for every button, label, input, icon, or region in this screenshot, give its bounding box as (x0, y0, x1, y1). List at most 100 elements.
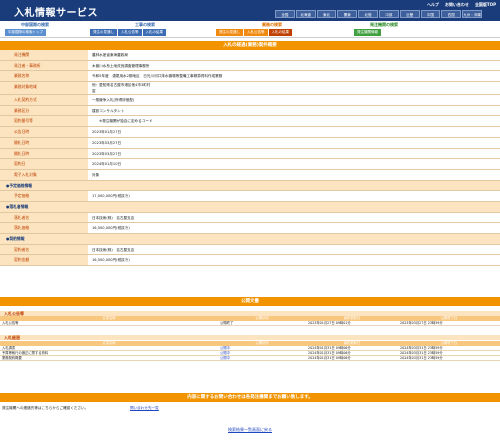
doc-end: 2023年03月27日 23時59分 (400, 321, 443, 325)
detail-value: 農林水産省東海農政局 (88, 50, 500, 60)
region-tab-chubu[interactable]: 中部 (378, 10, 399, 18)
contact-link[interactable]: お問い合わせ (445, 2, 469, 8)
header-links: ヘルプ お問い合わせ 全国版TOP (427, 2, 496, 8)
region-tab-kinki[interactable]: 近畿 (399, 10, 420, 18)
detail-value: 2023年03月27日 (88, 138, 500, 148)
detail-row: 契約日 2024年01月10日 (0, 159, 500, 170)
detail-value-text: 2024年01月10日 (92, 162, 122, 167)
region-tab-tohoku[interactable]: 東北 (316, 10, 337, 18)
detail-value-text: 一般競争入札(所得評価型) (92, 98, 135, 103)
help-link[interactable]: ヘルプ (427, 2, 439, 8)
detail-value: 建設コンサルタント (88, 106, 500, 116)
detail-label: 電子入札対象 (0, 169, 88, 180)
doc-status-link[interactable]: 公開中 (218, 351, 306, 355)
service-notice-button[interactable]: 入札公告等 (244, 29, 268, 36)
detail-value-text: 日本技術(株) 名古屋支店 (92, 247, 135, 252)
detail-value-text: 建設コンサルタント (92, 108, 125, 113)
detail-subsection-row: ●落札者情報 (0, 201, 500, 213)
doc-updated: 2024年01月31日 09時06分 (308, 346, 351, 350)
site-header: 入札情報サービス ヘルプ お問い合わせ 全国版TOP 全国 北海道 東北 関東 … (0, 0, 500, 21)
detail-row: 落札価格 16,500,000円(税抜き) (0, 223, 500, 234)
nav-group-agency: 発注機関の検索 発注機関情報 (354, 22, 414, 36)
detail-value: 令和5年度 濃尾用水2期地区 日光川河口排水機場等整備工事積算資料作成業務 (88, 71, 500, 81)
detail-label: 契約者名 (0, 244, 88, 255)
construction-result-button[interactable]: 入札の結果 (142, 29, 166, 36)
detail-subsection-row: ●契約情報 (0, 234, 500, 245)
detail-value: 16,500,000円(税抜き) (88, 255, 500, 265)
region-tab-chugoku[interactable]: 中国 (420, 10, 441, 18)
detail-value-text: 17,000,000円(税抜き) (92, 194, 130, 199)
region-tab-kanto[interactable]: 関東 (337, 10, 358, 18)
result-table-title: 入札経過 (0, 335, 500, 340)
detail-label: 発注機関 (0, 50, 88, 60)
service-result-button[interactable]: 入札の結果 (268, 29, 292, 36)
doc-updated: 2023年01月27日 09時01分 (308, 321, 351, 325)
detail-subsection-row: ●予定価格情報 (0, 180, 500, 192)
doc-end: 2024年03月31日 23時59分 (400, 346, 443, 350)
detail-label: 業務名称 (0, 71, 88, 82)
doc-updated: 2024年01月31日 09時06分 (308, 356, 351, 360)
detail-label: 業務区分 (0, 105, 88, 116)
detail-row: 開札日時 2023年03月27日 (0, 137, 500, 149)
detail-label: 契約番号等 (0, 116, 88, 127)
national-top-link[interactable]: 全国版TOP (475, 2, 496, 8)
back-to-results-link[interactable]: 検索結果一覧画面に戻る (0, 427, 500, 433)
detail-label: 予定価格 (0, 191, 88, 201)
nav-group-title: 中部国際の検索 (21, 22, 49, 27)
contact-list-link[interactable]: 問い合わせ先一覧 (130, 406, 159, 411)
detail-value-text: 16,500,000円(税抜き) (92, 226, 130, 231)
construction-notice-button[interactable]: 入札公告等 (118, 29, 142, 36)
detail-row: 発注機関 農林水産省東海農政局 (0, 50, 500, 61)
doc-updated: 2024年01月31日 09時06分 (308, 351, 351, 355)
detail-value: 他：愛知県名古屋市港区他4市3町村富 (88, 82, 500, 94)
detail-label: 落札者名 (0, 212, 88, 223)
docs-section-title: 公開文書 (0, 297, 500, 306)
region-tab-shikoku[interactable]: 四国 (441, 10, 462, 18)
detail-label: 公告日時 (0, 127, 88, 137)
detail-row: 落札者名 日本技術(株) 名古屋支店 (0, 212, 500, 224)
chubu-search-top-button[interactable]: 中部国際の検索トップ (5, 29, 46, 36)
doc-name: 予算等執行の適正に関する資料 (2, 351, 49, 355)
detail-value-text: 2023年03月27日 (92, 151, 122, 156)
detail-value: 日本技術(株) 名古屋支店 (88, 213, 500, 223)
site-title: 入札情報サービス (14, 8, 98, 19)
agency-info-button[interactable]: 発注機関情報 (354, 29, 381, 36)
nav-group-title: 工事の検索 (135, 22, 155, 27)
nav-group-chubu: 中部国際の検索 中部国際の検索トップ (5, 22, 65, 36)
construction-outlook-button[interactable]: 発注の見通し (90, 29, 117, 36)
detail-label: 開札日時 (0, 148, 88, 159)
doc-status-link[interactable]: 公開中 (218, 356, 306, 360)
detail-value-text: 木曽川水系土地改良調査管理事務所 (92, 63, 150, 68)
detail-value-text: 16,500,000円(税抜き) (92, 258, 130, 263)
detail-value: ※発注機関が独自に定めるコード (88, 116, 500, 126)
region-tab-kyushu[interactable]: 九州・沖縄 (462, 10, 482, 18)
doc-end: 2024年03月31日 23時59分 (400, 356, 443, 360)
region-tab-all[interactable]: 全国 (275, 10, 295, 18)
region-tab-hokuriku[interactable]: 北陸 (358, 10, 378, 18)
detail-value-text: ※発注機関が独自に定めるコード (92, 119, 153, 124)
region-tab-hokkaido[interactable]: 北海道 (295, 10, 316, 18)
nav-group-title: 業務の検索 (262, 22, 282, 27)
detail-row: 公告日時 2023年01月27日 (0, 127, 500, 138)
detail-label: 入札契約方式 (0, 95, 88, 105)
detail-label: 落札価格 (0, 223, 88, 233)
doc-end: 2024年03月31日 23時59分 (400, 351, 443, 355)
detail-label: ●予定価格情報 (0, 180, 500, 191)
detail-row: 開札日時 2023年03月27日 (0, 148, 500, 160)
detail-label: 契約日 (0, 159, 88, 169)
detail-label: 契約金額 (0, 255, 88, 266)
nav-group-service: 業務の検索 発注の見通し 入札公告等 入札の結果 (216, 22, 328, 36)
detail-row: 発注者・事務所 木曽川水系土地改良調査管理事務所 (0, 60, 500, 72)
detail-label: 開札日時 (0, 137, 88, 148)
detail-value-text: 2023年03月27日 (92, 140, 122, 145)
detail-label: 発注者・事務所 (0, 60, 88, 71)
detail-value: 2023年03月27日 (88, 149, 500, 159)
doc-status-link[interactable]: 公開中 (218, 346, 306, 350)
table-row: 業務契約概要 公開中 2024年01月31日 09時06分 2024年03月31… (0, 356, 500, 361)
detail-value-text: 令和5年度 濃尾用水2期地区 日光川河口排水機場等整備工事積算資料作成業務 (92, 74, 223, 79)
detail-value: 2024年01月10日 (88, 159, 500, 169)
service-outlook-button[interactable]: 発注の見通し (216, 29, 243, 36)
detail-value: 一般競争入札(所得評価型) (88, 95, 500, 105)
detail-row: 電子入札対象 対象 (0, 169, 500, 181)
detail-row: 業務名称 令和5年度 濃尾用水2期地区 日光川河口排水機場等整備工事積算資料作成業… (0, 71, 500, 83)
